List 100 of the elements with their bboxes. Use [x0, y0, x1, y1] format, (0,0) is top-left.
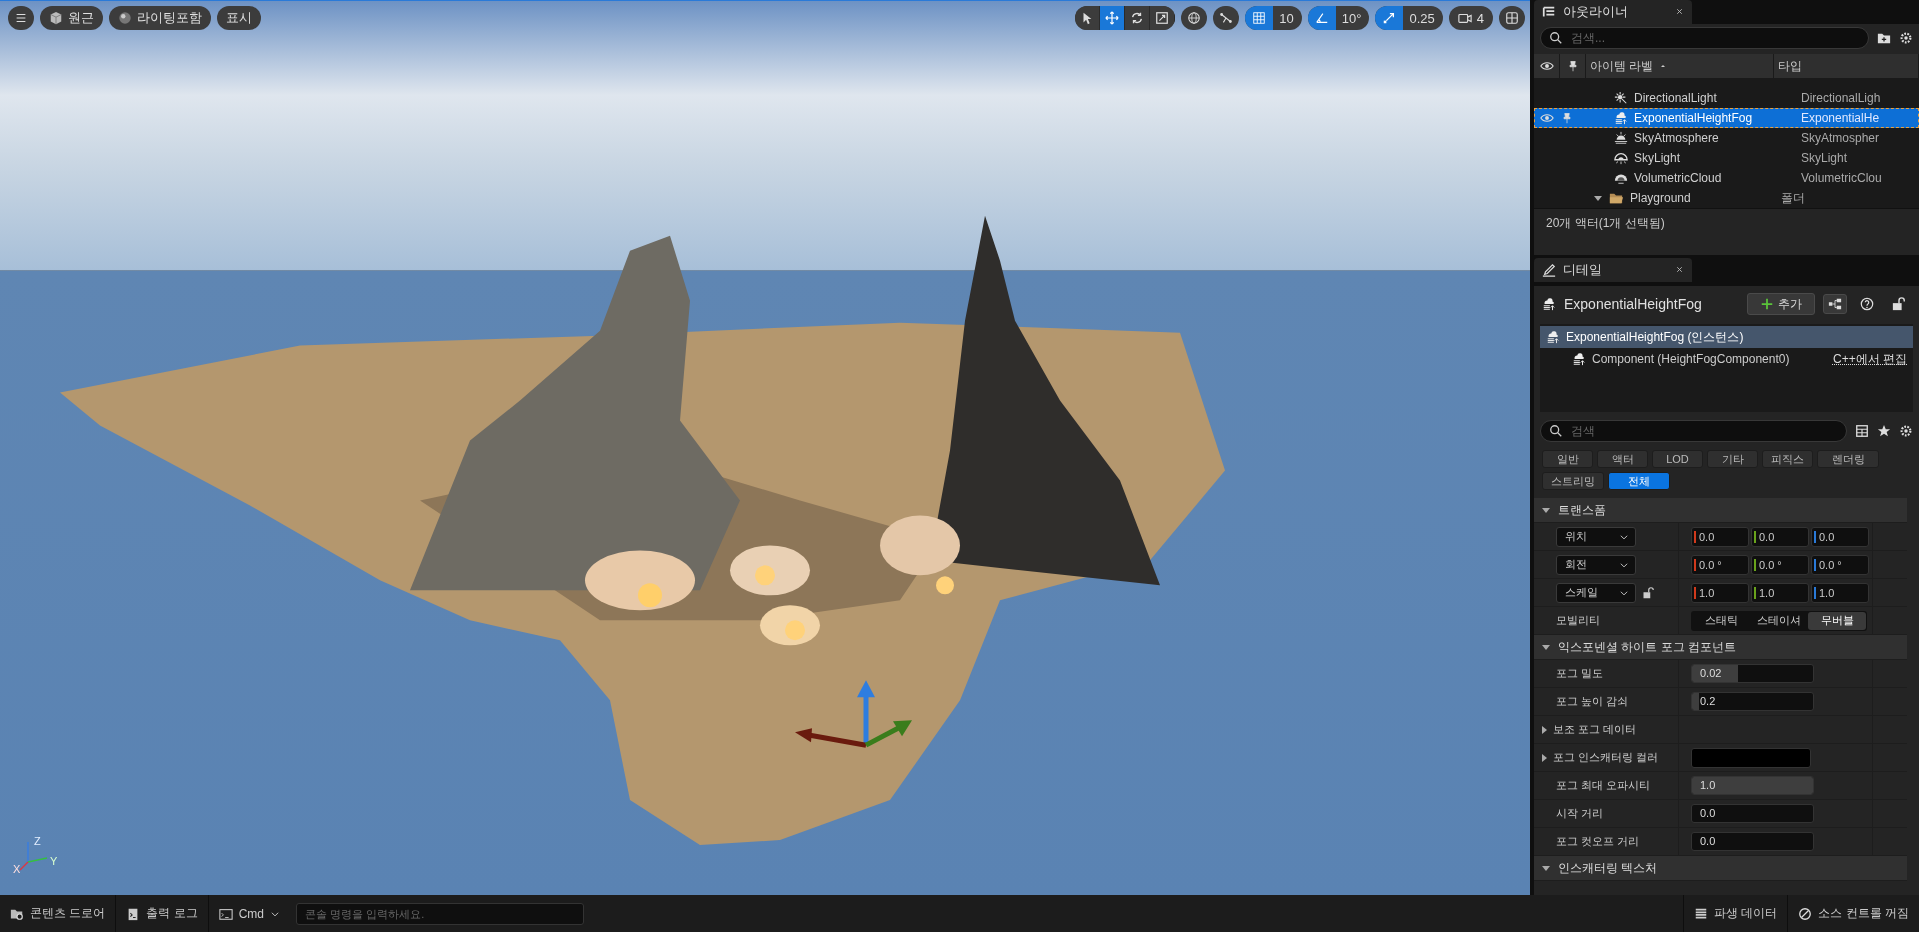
move-tool-button[interactable] — [1100, 6, 1126, 30]
filter-tab[interactable]: 스트리밍 — [1542, 472, 1604, 490]
filter-tab[interactable]: 기타 — [1707, 450, 1758, 468]
layout-icon — [1505, 11, 1519, 25]
expand-arrow-icon[interactable] — [1542, 753, 1547, 762]
tab-label: 디테일 — [1563, 261, 1602, 279]
filter-tab[interactable]: LOD — [1652, 450, 1703, 468]
search-field[interactable]: 검색 — [1540, 420, 1847, 442]
angle-icon — [1314, 11, 1329, 25]
filter-tab[interactable]: 일반 — [1542, 450, 1593, 468]
derived-data-button[interactable]: 파생 데이터 — [1683, 895, 1789, 932]
section-header[interactable]: 익스포넨셜 하이트 포그 컴포넌트 — [1534, 635, 1907, 660]
cmd-dropdown[interactable]: Cmd — [208, 895, 291, 932]
list-icon — [1542, 5, 1556, 19]
number-field[interactable]: 0.0 — [1691, 832, 1814, 851]
pencil-icon — [1542, 263, 1556, 277]
sphere-icon — [118, 11, 132, 25]
unlock-icon — [1892, 297, 1906, 311]
component-label: ExponentialHeightFog (인스턴스) — [1566, 328, 1744, 346]
expand-arrow-icon[interactable] — [1542, 725, 1547, 734]
number-field[interactable]: 0.0 — [1811, 526, 1869, 547]
component-row[interactable]: Component (HeightFogComponent0) C++에서 편집 — [1540, 348, 1913, 370]
property-label: 모빌리티 — [1556, 613, 1600, 628]
section-header[interactable]: 인스캐터링 텍스처 — [1534, 856, 1907, 881]
output-log-button[interactable]: 출력 로그 — [116, 895, 209, 932]
property-label: 포그 인스캐터링 컬러 — [1553, 750, 1659, 765]
outliner-row[interactable]: VolumetricCloud VolumetricClou — [1534, 168, 1919, 188]
actor-label: SkyLight — [1634, 151, 1681, 165]
outliner-row[interactable]: DirectionalLight DirectionalLigh — [1534, 88, 1919, 108]
column-header[interactable]: 아이템 라벨 — [1590, 57, 1654, 75]
filter-tab[interactable]: 피직스 — [1762, 450, 1813, 468]
expand-arrow-icon[interactable] — [1594, 195, 1602, 201]
number-field[interactable]: 0.2 — [1691, 692, 1814, 711]
property-dropdown[interactable]: 스케일 — [1556, 582, 1636, 603]
close-icon — [1675, 265, 1684, 274]
rotate-icon — [1130, 11, 1145, 25]
actor-type: DirectionalLigh — [1801, 91, 1882, 105]
property-dropdown[interactable]: 위치 — [1556, 526, 1636, 547]
filter-tab[interactable]: 액터 — [1597, 450, 1648, 468]
property-label: 시작 거리 — [1556, 806, 1604, 821]
search-field[interactable]: 검색... — [1540, 27, 1869, 49]
number-field[interactable]: 0.0 ° — [1751, 554, 1809, 575]
number-field[interactable]: 0.0 — [1691, 804, 1814, 823]
mobility-option[interactable]: 스테이셔 — [1750, 611, 1808, 630]
actor-label: Playground — [1630, 191, 1691, 205]
actor-label: ExponentialHeightFog — [1634, 111, 1753, 125]
filter-tab[interactable]: 렌더링 — [1817, 450, 1879, 468]
number-field[interactable]: 0.0 — [1751, 526, 1809, 547]
property-label: 포그 컷오프 거리 — [1556, 834, 1640, 849]
terminal-icon — [218, 906, 233, 921]
hierarchy-button[interactable] — [1823, 294, 1847, 314]
add-component-button[interactable]: 추가 — [1747, 293, 1815, 315]
number-field[interactable]: 1.0 — [1691, 776, 1814, 795]
component-row[interactable]: ExponentialHeightFog (인스턴스) — [1540, 326, 1913, 348]
cloud-icon — [1572, 352, 1586, 366]
details-tab[interactable]: 디테일 — [1534, 258, 1692, 282]
scale-icon — [1155, 11, 1170, 25]
grid-icon — [1252, 11, 1267, 25]
color-swatch[interactable] — [1691, 747, 1811, 768]
grid-snap-button[interactable] — [1245, 6, 1274, 30]
unlock-icon — [1642, 586, 1654, 599]
pin-icon — [1561, 111, 1573, 125]
viewport-option-button[interactable]: 원근 — [40, 6, 103, 30]
number-field[interactable]: 0.0 ° — [1811, 554, 1869, 575]
mobility-option[interactable]: 스태틱 — [1692, 611, 1750, 630]
mobility-option[interactable]: 무버블 — [1808, 611, 1866, 630]
cloud-icon — [1546, 330, 1560, 344]
number-field[interactable]: 1.0 — [1751, 582, 1809, 603]
camera-icon — [1457, 11, 1472, 25]
edit-in-cpp-link[interactable]: C++에서 편집 — [1833, 350, 1907, 368]
source-control-button[interactable]: 소스 컨트롤 꺼짐 — [1788, 895, 1919, 932]
actor-label: VolumetricCloud — [1634, 171, 1722, 185]
property-label: 포그 밀도 — [1556, 666, 1604, 681]
viewport-option-button[interactable]: 라이팅포함 — [109, 6, 211, 30]
select-tool-button[interactable] — [1075, 6, 1101, 30]
column-header[interactable]: 타입 — [1778, 57, 1802, 75]
number-field[interactable]: 0.0 ° — [1691, 554, 1749, 575]
outliner-row[interactable]: Playground 폴더 — [1534, 188, 1919, 208]
console-input[interactable]: 콘솔 명령을 입력하세요. — [296, 902, 585, 925]
section-header[interactable]: 트랜스폼 — [1534, 498, 1907, 523]
outliner-row[interactable]: SkyLight SkyLight — [1534, 148, 1919, 168]
search-input[interactable]: 검색... — [1569, 30, 1860, 46]
number-field[interactable]: 1.0 — [1691, 582, 1749, 603]
number-field[interactable]: 1.0 — [1811, 582, 1869, 603]
number-field[interactable]: 0.02 — [1691, 664, 1814, 683]
cloud-icon — [1542, 297, 1556, 311]
filter-tab[interactable]: 전체 — [1608, 472, 1670, 490]
scale-snap-button[interactable] — [1375, 6, 1404, 30]
content-drawer-button[interactable]: 콘텐츠 드로어 — [0, 895, 117, 932]
close-icon — [1675, 7, 1684, 16]
property-dropdown[interactable]: 회전 — [1556, 554, 1636, 575]
search-input[interactable]: 검색 — [1569, 423, 1838, 439]
outliner-row[interactable]: ExponentialHeightFog ExponentialHe — [1534, 108, 1919, 128]
outliner-row[interactable]: SkyAtmosphere SkyAtmospher — [1534, 128, 1919, 148]
outliner-tab[interactable]: 아웃라이너 — [1534, 0, 1692, 24]
actor-label: SkyAtmosphere — [1634, 131, 1719, 145]
number-field[interactable]: 0.0 — [1691, 526, 1749, 547]
add-folder-icon[interactable] — [1877, 31, 1891, 45]
actor-count: 20개 액터(1개 선택됨) — [1534, 208, 1919, 237]
viewport-option-button[interactable]: 표시 — [217, 6, 261, 30]
